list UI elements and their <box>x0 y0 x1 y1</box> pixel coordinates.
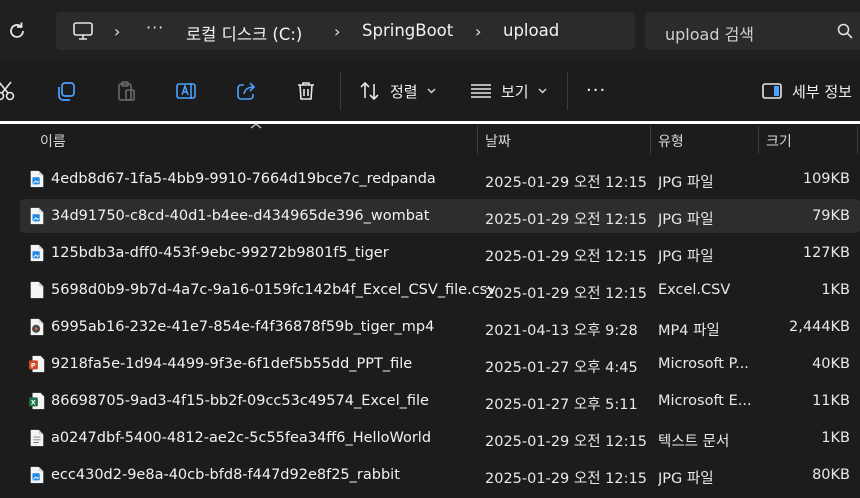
breadcrumb-chevron-icon[interactable]: › <box>475 22 481 41</box>
file-type: MP4 파일 <box>658 323 720 339</box>
svg-text:X: X <box>31 400 36 407</box>
file-name: 4edb8d67-1fa5-4bb9-9910-7664d19bce7c_red… <box>51 171 436 187</box>
toolbar-divider <box>340 72 341 110</box>
file-row[interactable]: 125bdb3a-dff0-453f-9ebc-99272b9801f5_tig… <box>20 236 860 270</box>
breadcrumb-more-button[interactable]: ··· <box>146 18 164 37</box>
image-file-icon <box>30 244 44 262</box>
details-pane-icon[interactable] <box>761 80 783 102</box>
svg-text:P: P <box>31 363 36 370</box>
sort-icon[interactable] <box>359 80 381 102</box>
file-row[interactable]: 5698d0b9-9b7d-4a7c-9a16-0159fc142b4f_Exc… <box>20 273 860 307</box>
excel-file-icon: X <box>28 392 45 410</box>
address-bar[interactable]: › ··· 로컬 디스크 (C:) › SpringBoot › upload <box>56 12 635 50</box>
search-icon <box>837 23 853 39</box>
refresh-icon[interactable] <box>6 20 28 42</box>
breadcrumb-springboot[interactable]: SpringBoot <box>362 21 453 40</box>
copy-icon[interactable] <box>55 80 77 102</box>
file-type: JPG 파일 <box>658 471 714 487</box>
chevron-down-icon[interactable] <box>427 86 436 95</box>
powerpoint-file-icon: P <box>28 355 45 373</box>
file-type: 텍스트 문서 <box>658 434 730 450</box>
file-date: 2025-01-29 오전 12:15 <box>485 175 647 191</box>
view-icon[interactable] <box>470 80 492 102</box>
file-size: 109KB <box>802 171 850 187</box>
blank-file-icon <box>30 281 44 299</box>
more-options-button[interactable]: ··· <box>586 80 606 101</box>
cut-icon[interactable] <box>0 80 16 102</box>
file-row[interactable]: a0247dbf-5400-4812-ae2c-5c55fea34ff6_Hel… <box>20 421 860 455</box>
file-name: 6995ab16-232e-41e7-854e-f4f36878f59b_tig… <box>51 319 435 335</box>
text-file-icon <box>30 429 44 447</box>
file-date: 2025-01-29 오전 12:15 <box>485 249 647 265</box>
column-header: 이름 날짜 유형 크기 <box>0 123 860 156</box>
file-type: Microsoft P... <box>658 356 749 372</box>
paste-icon[interactable] <box>115 80 137 102</box>
this-pc-icon[interactable] <box>72 20 94 42</box>
file-name: 9218fa5e-1d94-4499-9f3e-6f1def5b55dd_PPT… <box>51 356 413 372</box>
video-file-icon <box>30 318 44 336</box>
breadcrumb-upload[interactable]: upload <box>503 21 559 40</box>
column-size[interactable]: 크기 <box>766 131 792 151</box>
file-size: 79KB <box>812 208 850 224</box>
file-date: 2025-01-27 오후 5:11 <box>485 397 638 413</box>
breadcrumb-chevron-icon[interactable]: › <box>334 22 340 41</box>
file-size: 1KB <box>821 282 850 298</box>
details-pane-button[interactable]: 세부 정보 <box>792 81 852 102</box>
column-type[interactable]: 유형 <box>658 131 684 151</box>
file-name: 86698705-9ad3-4f15-bb2f-09cc53c49574_Exc… <box>51 393 429 409</box>
file-row[interactable]: ecc430d2-9e8a-40cb-bfd8-f447d92e8f25_rab… <box>20 458 860 492</box>
file-row[interactable]: 4edb8d67-1fa5-4bb9-9910-7664d19bce7c_red… <box>20 162 860 196</box>
column-name[interactable]: 이름 <box>40 131 66 151</box>
view-button[interactable]: 보기 <box>501 81 529 102</box>
file-date: 2025-01-29 오전 12:15 <box>485 286 647 302</box>
file-date: 2025-01-29 오전 12:15 <box>485 434 647 450</box>
breadcrumb-local-disk[interactable]: 로컬 디스크 (C:) <box>186 21 302 45</box>
file-size: 40KB <box>812 356 850 372</box>
file-date: 2025-01-29 오전 12:15 <box>485 212 647 228</box>
chevron-down-icon[interactable] <box>538 86 547 95</box>
address-bar-row: › ··· 로컬 디스크 (C:) › SpringBoot › upload … <box>0 0 860 60</box>
file-size: 11KB <box>812 393 850 409</box>
file-size: 2,444KB <box>789 319 850 335</box>
file-name: 5698d0b9-9b7d-4a7c-9a16-0159fc142b4f_Exc… <box>51 282 496 298</box>
file-type: JPG 파일 <box>658 249 714 265</box>
search-input[interactable]: upload 검색 <box>645 12 860 50</box>
rename-icon[interactable] <box>175 80 197 102</box>
file-date: 2021-04-13 오후 9:28 <box>485 323 638 339</box>
sort-ascending-icon <box>250 123 262 129</box>
column-divider[interactable] <box>650 126 651 154</box>
file-size: 80KB <box>812 467 850 483</box>
file-row[interactable]: P 9218fa5e-1d94-4499-9f3e-6f1def5b55dd_PP… <box>20 347 860 381</box>
toolbar-divider <box>567 72 568 110</box>
file-date: 2025-01-27 오후 4:45 <box>485 360 638 376</box>
delete-icon[interactable] <box>295 80 317 102</box>
file-size: 1KB <box>821 430 850 446</box>
image-file-icon <box>30 466 44 484</box>
image-file-icon <box>30 207 44 225</box>
image-file-icon <box>30 170 44 188</box>
sort-button[interactable]: 정렬 <box>390 81 418 102</box>
file-name: 34d91750-c8cd-40d1-b4ee-d434965de396_wom… <box>51 208 430 224</box>
search-placeholder: upload 검색 <box>665 25 755 44</box>
file-date: 2025-01-29 오전 12:15 <box>485 471 647 487</box>
column-divider[interactable] <box>477 126 478 154</box>
file-name: ecc430d2-9e8a-40cb-bfd8-f447d92e8f25_rab… <box>51 467 400 483</box>
file-type: Excel.CSV <box>658 282 731 298</box>
command-bar: 정렬 보기 ··· 세부 정보 <box>0 60 860 122</box>
file-row[interactable]: X 86698705-9ad3-4f15-bb2f-09cc53c49574_Ex… <box>20 384 860 418</box>
file-row[interactable]: 34d91750-c8cd-40d1-b4ee-d434965de396_wom… <box>20 199 860 233</box>
share-icon[interactable] <box>235 80 257 102</box>
column-divider[interactable] <box>857 126 858 154</box>
file-size: 127KB <box>802 245 850 261</box>
file-row[interactable]: 6995ab16-232e-41e7-854e-f4f36878f59b_tig… <box>20 310 860 344</box>
file-type: Microsoft E... <box>658 393 752 409</box>
file-type: JPG 파일 <box>658 212 714 228</box>
file-name: a0247dbf-5400-4812-ae2c-5c55fea34ff6_Hel… <box>51 430 432 446</box>
file-name: 125bdb3a-dff0-453f-9ebc-99272b9801f5_tig… <box>51 245 389 261</box>
column-divider[interactable] <box>758 126 759 154</box>
breadcrumb-chevron-icon[interactable]: › <box>114 22 120 41</box>
file-type: JPG 파일 <box>658 175 714 191</box>
column-date[interactable]: 날짜 <box>485 131 511 151</box>
